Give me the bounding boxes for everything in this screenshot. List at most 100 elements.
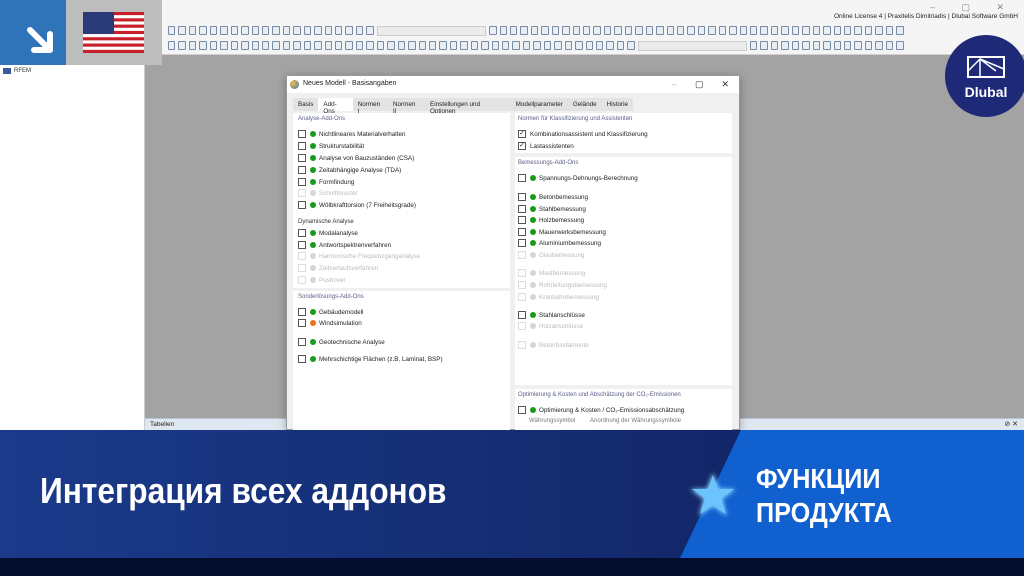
- toolbar-button-icon[interactable]: [791, 26, 800, 35]
- addon-checkbox[interactable]: [518, 174, 526, 182]
- toolbar-button-icon[interactable]: [418, 41, 426, 50]
- addon-row[interactable]: Betonbemessung: [518, 193, 588, 201]
- addon-row[interactable]: Gebäudemodell: [298, 308, 363, 316]
- toolbar-button-icon[interactable]: [522, 41, 531, 50]
- toolbar-button-icon[interactable]: [376, 41, 385, 50]
- toolbar-button-icon[interactable]: [666, 26, 674, 35]
- toolbar-button-icon[interactable]: [251, 26, 259, 35]
- addon-checkbox[interactable]: ✓: [518, 130, 526, 138]
- toolbar-button-icon[interactable]: [366, 41, 374, 50]
- minimize-button[interactable]: –: [672, 79, 677, 90]
- toolbar-button-icon[interactable]: [854, 26, 862, 35]
- toolbar-button-icon[interactable]: [593, 26, 601, 35]
- toolbar-button-icon[interactable]: [843, 26, 852, 35]
- toolbar-button-icon[interactable]: [241, 41, 249, 50]
- toolbar-button-icon[interactable]: [606, 41, 614, 50]
- toolbar-button-icon[interactable]: [314, 41, 322, 50]
- toolbar-button-icon[interactable]: [272, 26, 280, 35]
- toolbar-button-icon[interactable]: [812, 26, 821, 35]
- toolbar-button-icon[interactable]: [408, 41, 416, 50]
- toolbar-button-icon[interactable]: [324, 26, 332, 35]
- addon-row[interactable]: Antwortspektrenverfahren: [298, 241, 391, 249]
- toolbar-row-2[interactable]: [168, 39, 904, 52]
- addon-row[interactable]: Analyse von Bauzuständen (CSA): [298, 154, 414, 162]
- toolbar-button-icon[interactable]: [656, 26, 664, 35]
- toolbar-button-icon[interactable]: [460, 41, 468, 50]
- addon-checkbox[interactable]: [518, 341, 526, 349]
- toolbar-button-icon[interactable]: [387, 41, 395, 50]
- tab-basis[interactable]: Basis: [293, 98, 318, 111]
- addon-row[interactable]: Wölbkrafttorsion (7 Freiheitsgrade): [298, 201, 416, 209]
- toolbar-button-icon[interactable]: [449, 41, 458, 50]
- toolbar-button-icon[interactable]: [718, 26, 727, 35]
- addon-row[interactable]: Glasbemessung: [518, 251, 585, 259]
- toolbar-button-icon[interactable]: [509, 26, 518, 35]
- toolbar-button-icon[interactable]: [199, 26, 207, 35]
- addon-checkbox[interactable]: [298, 189, 306, 197]
- addon-row[interactable]: Rohrleitungsbemessung: [518, 281, 607, 289]
- toolbar-button-icon[interactable]: [188, 26, 197, 35]
- toolbar-button-icon[interactable]: [366, 26, 374, 35]
- toolbar-button-icon[interactable]: [896, 26, 904, 35]
- addon-checkbox[interactable]: [298, 319, 306, 327]
- toolbar-button-icon[interactable]: [530, 26, 539, 35]
- toolbar-button-icon[interactable]: [864, 26, 873, 35]
- tab-historie[interactable]: Historie: [602, 98, 633, 111]
- addon-row[interactable]: Formfindung: [298, 178, 354, 186]
- addon-row[interactable]: Zeitverlaufsverfahren: [298, 264, 378, 272]
- toolbar-button-icon[interactable]: [802, 26, 810, 35]
- toolbar-button-icon[interactable]: [770, 41, 779, 50]
- toolbar-button-icon[interactable]: [335, 41, 343, 50]
- tab-modellparameter[interactable]: Modellparameter: [511, 98, 568, 111]
- toolbar-button-icon[interactable]: [470, 41, 479, 50]
- toolbar-button-icon[interactable]: [635, 26, 643, 35]
- toolbar-button-icon[interactable]: [512, 41, 520, 50]
- addon-checkbox[interactable]: [298, 229, 306, 237]
- addon-checkbox[interactable]: [298, 355, 306, 363]
- toolbar-button-icon[interactable]: [802, 41, 810, 50]
- addon-checkbox[interactable]: [298, 308, 306, 316]
- addon-checkbox[interactable]: [518, 281, 526, 289]
- addon-row[interactable]: Modalanalyse: [298, 229, 358, 237]
- toolbar-button-icon[interactable]: [489, 26, 497, 35]
- toolbar-button-icon[interactable]: [303, 26, 312, 35]
- toolbar-button-icon[interactable]: [261, 26, 270, 35]
- addon-row[interactable]: Mastbemessung: [518, 269, 585, 277]
- addon-checkbox[interactable]: [518, 406, 526, 414]
- toolbar-button-icon[interactable]: [541, 26, 549, 35]
- toolbar-button-icon[interactable]: [220, 41, 228, 50]
- toolbar-button-icon[interactable]: [499, 26, 507, 35]
- toolbar-button-icon[interactable]: [324, 41, 332, 50]
- addon-checkbox[interactable]: [518, 193, 526, 201]
- toolbar-button-icon[interactable]: [428, 41, 437, 50]
- toolbar-button-icon[interactable]: [168, 26, 176, 35]
- toolbar-button-icon[interactable]: [335, 26, 343, 35]
- addon-checkbox[interactable]: [518, 322, 526, 330]
- toolbar-button-icon[interactable]: [616, 41, 625, 50]
- addon-row[interactable]: Mauerwerksbemessung: [518, 228, 606, 236]
- toolbar-button-icon[interactable]: [282, 26, 291, 35]
- addon-row[interactable]: Holzanschlüsse: [518, 322, 583, 330]
- addon-row[interactable]: Optimierung & Kosten / CO₂-Emissionsabsc…: [518, 406, 684, 414]
- addon-checkbox[interactable]: ✓: [518, 142, 526, 150]
- toolbar-button-icon[interactable]: [812, 41, 821, 50]
- addon-checkbox[interactable]: [518, 228, 526, 236]
- addon-row[interactable]: Schnittmuster: [298, 189, 358, 197]
- addon-row[interactable]: Geotechnische Analyse: [298, 338, 385, 346]
- addon-row[interactable]: Windsimulation: [298, 319, 362, 327]
- toolbar-button-icon[interactable]: [875, 26, 883, 35]
- addon-row[interactable]: ✓ Kombinationsassistent und Klassifizieru…: [518, 130, 648, 138]
- toolbar-button-icon[interactable]: [282, 41, 291, 50]
- toolbar-button-icon[interactable]: [251, 41, 259, 50]
- toolbar-button-icon[interactable]: [575, 41, 583, 50]
- toolbar-button-icon[interactable]: [303, 41, 312, 50]
- toolbar-button-icon[interactable]: [188, 41, 197, 50]
- addon-checkbox[interactable]: [298, 178, 306, 186]
- tab-einstellungen-und-optionen[interactable]: Einstellungen und Optionen: [425, 98, 511, 115]
- toolbar-button-icon[interactable]: [345, 26, 353, 35]
- toolbar-button-icon[interactable]: [781, 26, 789, 35]
- toolbar-button-icon[interactable]: [770, 26, 779, 35]
- toolbar-button-icon[interactable]: [676, 26, 685, 35]
- toolbar-combo[interactable]: [637, 40, 748, 51]
- panel-pin-close[interactable]: ⊘ ✕: [1004, 420, 1018, 428]
